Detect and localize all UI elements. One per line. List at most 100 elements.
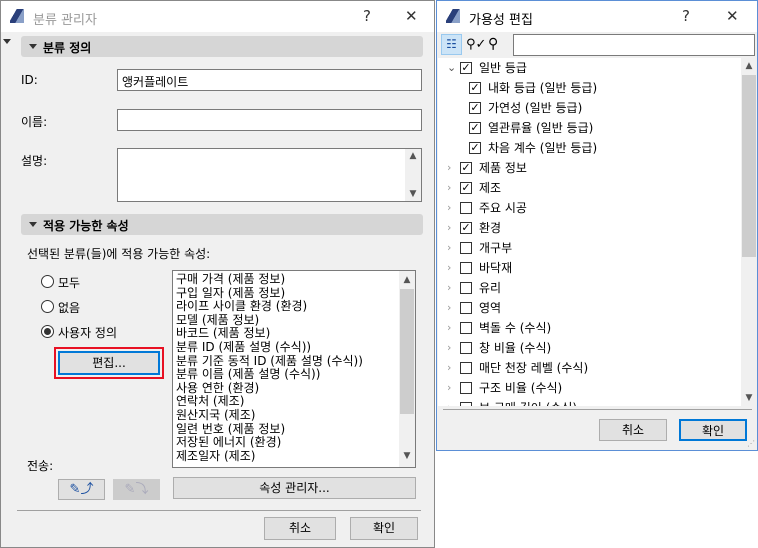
name-input[interactable] <box>117 109 422 131</box>
property-item[interactable]: 구매 가격 (제품 정보) <box>176 272 415 287</box>
tree-item[interactable]: ✓ 내화 등급 (일반 등급) <box>438 78 743 98</box>
property-item[interactable]: 일련 번호 (제품 정보) <box>176 422 415 437</box>
transfer-pick-up-button[interactable]: ✎⤴ <box>58 479 105 500</box>
chevron-right-icon[interactable]: › <box>447 338 451 358</box>
resize-grip-icon[interactable]: ⋰ <box>747 439 755 448</box>
chevron-right-icon[interactable]: › <box>447 218 451 238</box>
tree-item[interactable]: › 바닥재 <box>438 258 743 278</box>
checkbox[interactable] <box>460 302 472 314</box>
close-button[interactable]: ✕ <box>405 7 418 25</box>
chevron-right-icon[interactable]: › <box>447 318 451 338</box>
radio-custom-label: 사용자 정의 <box>58 326 118 340</box>
property-item[interactable]: 원산지국 (제조) <box>176 408 415 423</box>
tree-item[interactable]: › 보 구매 길이 (수식) <box>438 398 743 406</box>
ok-button[interactable]: 확인 <box>350 517 418 540</box>
tree-item[interactable]: ✓ 가연성 (일반 등급) <box>438 98 743 118</box>
checkbox[interactable] <box>460 242 472 254</box>
chevron-right-icon[interactable]: › <box>447 238 451 258</box>
property-item[interactable]: 저장된 에너지 (환경) <box>176 436 415 450</box>
tree-item[interactable]: › 개구부 <box>438 238 743 258</box>
tree-item[interactable]: › 창 비율 (수식) <box>438 338 743 358</box>
id-input[interactable]: 앵커플레이트 <box>117 69 422 91</box>
ok-button[interactable]: 확인 <box>679 419 747 441</box>
property-item[interactable]: 분류 기준 동적 ID (제품 설명 (수식)) <box>176 354 415 369</box>
edit-button[interactable]: 편집... <box>58 351 160 375</box>
checkbox[interactable]: ✓ <box>469 142 481 154</box>
tree-item[interactable]: › ✓ 제품 정보 <box>438 158 743 178</box>
checkbox[interactable] <box>460 342 472 354</box>
property-item[interactable]: 바코드 (제품 정보) <box>176 327 415 341</box>
checkbox[interactable]: ✓ <box>469 82 481 94</box>
search-button[interactable]: ⚲ <box>488 34 508 55</box>
tree-item[interactable]: › 유리 <box>438 278 743 298</box>
property-item[interactable]: 제조일자 (제조) <box>176 449 415 464</box>
chevron-down-icon[interactable]: ⌄ <box>447 58 456 78</box>
section-classification-definition[interactable]: 분류 정의 <box>21 36 423 57</box>
chevron-right-icon[interactable]: › <box>447 358 451 378</box>
description-scrollbar[interactable]: ▲ ▼ <box>405 149 421 201</box>
properties-scrollbar[interactable]: ▲ ▼ <box>399 271 415 467</box>
tree-item[interactable]: › 벽돌 수 (수식) <box>438 318 743 338</box>
property-item[interactable]: 라이프 사이클 환경 (환경) <box>176 300 415 314</box>
property-item[interactable]: 구입 일자 (제품 정보) <box>176 286 415 301</box>
tree-item[interactable]: › 주요 시공 <box>438 198 743 218</box>
property-item[interactable]: 사용 연한 (환경) <box>176 381 415 396</box>
cancel-button[interactable]: 취소 <box>599 419 667 441</box>
tree-scrollbar[interactable]: ▲ ▼ <box>741 58 757 406</box>
checkbox[interactable]: ✓ <box>469 102 481 114</box>
tree-item[interactable]: › ✓ 환경 <box>438 218 743 238</box>
checkbox[interactable] <box>460 362 472 374</box>
checkbox[interactable]: ✓ <box>460 222 472 234</box>
chevron-right-icon[interactable]: › <box>447 258 451 278</box>
property-item[interactable]: 모델 (제품 정보) <box>176 313 415 328</box>
property-item[interactable]: 연락처 (제조) <box>176 395 415 409</box>
checkbox[interactable] <box>460 382 472 394</box>
checkbox[interactable]: ✓ <box>460 162 472 174</box>
checkbox[interactable]: ✓ <box>460 62 472 74</box>
tree-item[interactable]: › 매단 천장 레벨 (수식) <box>438 358 743 378</box>
tree-item[interactable]: › ✓ 제조 <box>438 178 743 198</box>
close-button[interactable]: ✕ <box>726 7 739 25</box>
help-button[interactable]: ? <box>363 7 371 25</box>
tree-item[interactable]: ⌄ ✓ 일반 등급 <box>438 58 743 78</box>
chevron-right-icon[interactable]: › <box>447 278 451 298</box>
property-item[interactable]: 분류 ID (제품 설명 (수식)) <box>176 340 415 355</box>
cancel-button[interactable]: 취소 <box>264 517 336 540</box>
scrollbar-thumb[interactable] <box>742 75 756 257</box>
radio-all[interactable] <box>41 275 54 288</box>
checkbox[interactable] <box>460 282 472 294</box>
description-label: 설명: <box>21 154 48 168</box>
chevron-right-icon[interactable]: › <box>447 158 451 178</box>
property-item[interactable]: 분류 이름 (제품 설명 (수식)) <box>176 368 415 382</box>
scrollbar-thumb[interactable] <box>400 289 414 414</box>
chevron-right-icon[interactable]: › <box>447 198 451 218</box>
tree-view-button[interactable]: ☷ <box>441 34 462 55</box>
chevron-right-icon[interactable]: › <box>447 298 451 318</box>
checkbox[interactable] <box>460 322 472 334</box>
search-input[interactable] <box>513 34 755 56</box>
transfer-inject-button[interactable]: ✎⤵ <box>113 479 160 500</box>
properties-list[interactable]: 구매 가격 (제품 정보) 구입 일자 (제품 정보) 라이프 사이클 환경 (환경… <box>172 270 416 468</box>
tree-item[interactable]: › 구조 비율 (수식) <box>438 378 743 398</box>
checkbox[interactable] <box>460 402 472 406</box>
tree-item[interactable]: ✓ 열관류율 (일반 등급) <box>438 118 743 138</box>
chevron-right-icon[interactable]: › <box>447 378 451 398</box>
radio-none[interactable] <box>41 300 54 313</box>
checkbox[interactable]: ✓ <box>469 122 481 134</box>
description-textarea[interactable]: ▲ ▼ <box>117 148 422 202</box>
chevron-right-icon[interactable]: › <box>447 178 451 198</box>
property-manager-button[interactable]: 속성 관리자... <box>173 477 416 499</box>
checkbox[interactable] <box>460 202 472 214</box>
show-checked-button[interactable]: ⚲✓ <box>466 34 486 55</box>
help-button[interactable]: ? <box>682 7 690 25</box>
tree-item[interactable]: › 영역 <box>438 298 743 318</box>
availability-tree[interactable]: ⌄ ✓ 일반 등급 ✓ 내화 등급 (일반 등급) ✓ 가연성 (일반 등급) ✓ 열관류율 (… <box>438 58 757 406</box>
tree-item-label: 개구부 <box>479 241 513 255</box>
radio-custom[interactable] <box>41 325 54 338</box>
collapse-all-icon[interactable] <box>3 39 11 48</box>
chevron-right-icon[interactable]: › <box>447 398 451 406</box>
section-applicable-properties[interactable]: 적용 가능한 속성 <box>21 214 423 235</box>
tree-item[interactable]: ✓ 차음 계수 (일반 등급) <box>438 138 743 158</box>
checkbox[interactable]: ✓ <box>460 182 472 194</box>
checkbox[interactable] <box>460 262 472 274</box>
